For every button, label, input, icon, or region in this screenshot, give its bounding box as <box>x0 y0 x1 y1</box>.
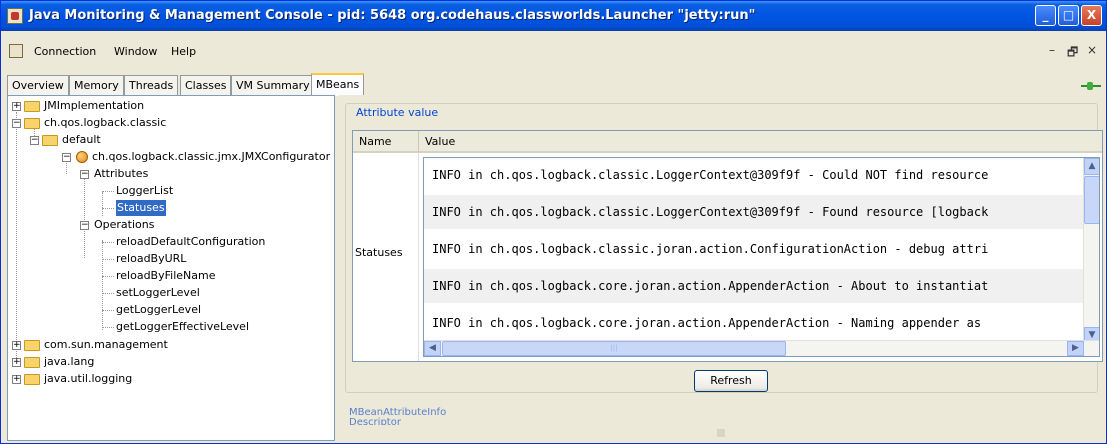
splitter[interactable] <box>339 425 1104 441</box>
tree-node-label: Attributes <box>94 167 149 180</box>
folder-icon <box>24 340 40 351</box>
inner-minimize-button[interactable]: – <box>1049 43 1055 57</box>
inner-close-button[interactable]: × <box>1087 43 1097 57</box>
status-row[interactable]: INFO in ch.qos.logback.core.joran.action… <box>424 306 1084 340</box>
title-bar[interactable]: Java Monitoring & Management Console - p… <box>1 1 1106 31</box>
tree-node-label: ch.qos.logback.classic.jmx.JMXConfigurat… <box>92 150 331 163</box>
tree-guide-line <box>102 192 103 216</box>
tab-mbeans[interactable]: MBeans <box>311 73 365 96</box>
attribute-value-group: Attribute value Name Value Statuses INFO… <box>345 103 1103 393</box>
column-header-value[interactable]: Value <box>419 131 1102 153</box>
mbean-tree[interactable]: + JMImplementation − ch.qos.logback.clas… <box>7 95 335 441</box>
tree-guide-line <box>16 112 17 358</box>
folder-open-icon <box>42 135 58 146</box>
tab-overview[interactable]: Overview <box>7 75 69 95</box>
folder-icon <box>24 101 40 112</box>
expand-icon[interactable]: + <box>12 102 21 111</box>
tree-node-label: LoggerList <box>116 184 174 197</box>
tree-node-label: getLoggerLevel <box>116 303 202 316</box>
expand-icon[interactable]: + <box>12 341 21 350</box>
attribute-name-cell: Statuses <box>353 153 419 361</box>
splitter-grip-icon[interactable] <box>717 429 725 437</box>
scroll-up-icon[interactable]: ▲ <box>1084 158 1099 175</box>
menu-bar: Connection Window Help – 🗗 × <box>1 31 1106 67</box>
collapse-icon[interactable]: − <box>80 170 89 179</box>
tree-node-label: ch.qos.logback.classic <box>44 116 167 129</box>
tree-node-label: reloadByURL <box>116 252 187 265</box>
attribute-name: Statuses <box>355 246 403 259</box>
scroll-right-icon[interactable]: ▶ <box>1067 341 1084 356</box>
tree-node-label: com.sun.management <box>44 338 168 351</box>
tree-node-label: setLoggerLevel <box>116 286 200 299</box>
tree-connector <box>102 208 114 209</box>
menu-window[interactable]: Window <box>114 45 157 58</box>
inner-restore-button[interactable]: 🗗 <box>1067 43 1078 64</box>
folder-icon <box>24 374 40 385</box>
tree-node-label: reloadByFileName <box>116 269 216 282</box>
tab-classes[interactable]: Classes <box>180 75 232 95</box>
collapse-icon[interactable]: − <box>62 153 71 162</box>
menu-connection[interactable]: Connection <box>34 45 96 58</box>
attribute-panel: Attribute value Name Value Statuses INFO… <box>339 95 1104 441</box>
tree-node-label: default <box>62 133 101 146</box>
window-title: Java Monitoring & Management Console - p… <box>29 8 756 23</box>
status-row[interactable]: INFO in ch.qos.logback.classic.LoggerCon… <box>424 158 1084 192</box>
tree-node-label: Operations <box>94 218 155 231</box>
expand-icon[interactable]: + <box>12 375 21 384</box>
collapse-icon[interactable]: − <box>12 119 21 128</box>
tab-threads[interactable]: Threads <box>124 75 179 95</box>
status-row[interactable]: INFO in ch.qos.logback.classic.LoggerCon… <box>424 195 1084 229</box>
tree-connector <box>102 191 114 192</box>
tree-connector <box>102 276 114 277</box>
vertical-scrollbar[interactable]: ▲ ▼ <box>1083 158 1099 344</box>
vertical-scroll-thumb[interactable] <box>1084 176 1099 224</box>
mbean-icon <box>76 151 88 163</box>
tree-guide-line <box>102 240 103 330</box>
tree-guide-line <box>66 160 67 174</box>
status-row[interactable]: INFO in ch.qos.logback.classic.joran.act… <box>424 232 1084 266</box>
horizontal-scroll-thumb[interactable]: ||| <box>442 341 786 356</box>
java-app-icon <box>7 8 23 24</box>
folder-icon <box>24 357 40 368</box>
group-title: Attribute value <box>354 106 441 119</box>
attribute-table: Name Value Statuses INFO in ch.qos.logba… <box>352 130 1103 362</box>
tree-connector <box>102 310 114 311</box>
folder-open-icon <box>24 118 40 129</box>
tree-node-label: Statuses <box>116 200 166 216</box>
column-header-name[interactable]: Name <box>353 131 419 153</box>
tree-node-label: JMImplementation <box>44 99 145 112</box>
app-window: Java Monitoring & Management Console - p… <box>0 0 1107 444</box>
tree-node-label: reloadDefaultConfiguration <box>116 235 266 248</box>
document-icon[interactable] <box>9 44 23 58</box>
refresh-button[interactable]: Refresh <box>694 370 768 392</box>
tree-node-label: java.lang <box>44 355 95 368</box>
tab-vm-summary[interactable]: VM Summary <box>231 75 315 95</box>
tree-connector <box>102 259 114 260</box>
scroll-left-icon[interactable]: ◀ <box>424 341 441 356</box>
tree-node-label: java.util.logging <box>44 372 133 385</box>
maximize-button[interactable]: □ <box>1058 5 1079 26</box>
collapse-icon[interactable]: − <box>30 136 39 145</box>
tab-memory[interactable]: Memory <box>69 75 124 95</box>
tree-connector <box>102 293 114 294</box>
tree-guide-line <box>84 176 85 258</box>
close-button[interactable]: X <box>1081 5 1102 26</box>
tree-node-label: getLoggerEffectiveLevel <box>116 320 250 333</box>
collapse-icon[interactable]: − <box>80 221 89 230</box>
expand-icon[interactable]: + <box>12 358 21 367</box>
connection-status-icon <box>1081 82 1101 90</box>
status-row[interactable]: INFO in ch.qos.logback.core.joran.action… <box>424 269 1084 303</box>
minimize-button[interactable]: _ <box>1035 5 1056 26</box>
tree-connector <box>102 327 114 328</box>
tree-connector <box>102 242 114 243</box>
menu-help[interactable]: Help <box>171 45 196 58</box>
attribute-info-section: MBeanAttributeInfo Descriptor <box>345 399 1098 427</box>
horizontal-scrollbar[interactable]: ◀ ||| ▶ <box>424 340 1099 356</box>
status-list[interactable]: INFO in ch.qos.logback.classic.LoggerCon… <box>423 157 1100 357</box>
